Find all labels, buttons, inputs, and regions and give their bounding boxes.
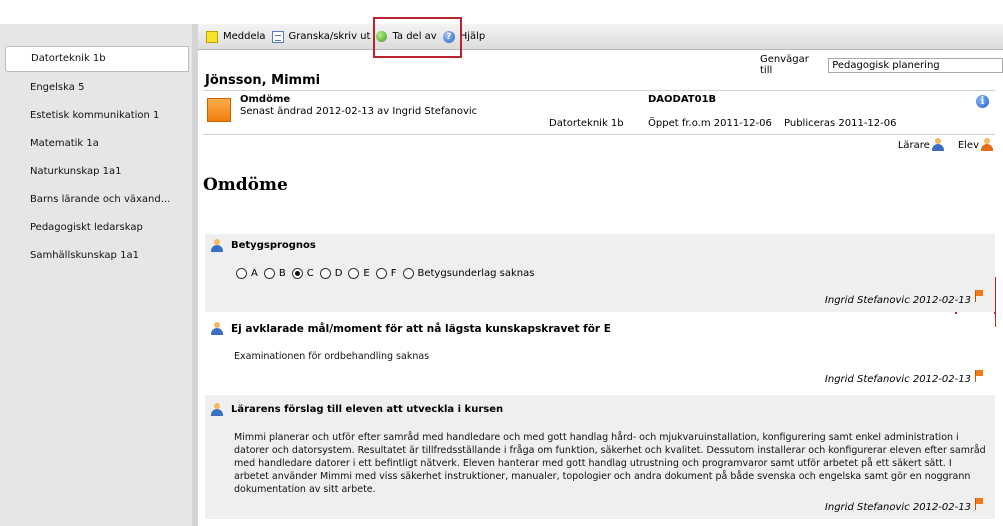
student-view-link[interactable]: Elev [958,138,993,151]
section-heading: Lärarens förslag till eleven att utveckl… [231,404,504,415]
sidebar-item-matematik[interactable]: Matematik 1a [0,130,192,158]
sidebar-item-datorteknik[interactable]: Datorteknik 1b [5,46,189,72]
grade-option-b[interactable]: B [263,268,286,279]
grade-label: F [390,268,397,279]
publish-date: Publiceras 2011-12-06 [784,118,897,129]
grade-label: Betygsunderlag saknas [417,268,535,279]
sidebar-item-pedagogiskt[interactable]: Pedagogiskt ledarskap [0,214,192,242]
highlight-box-ta-del-av [373,17,462,58]
section-ej-avklarade: Ej avklarade mål/moment för att nå lägst… [205,314,995,392]
info-title: Omdöme [240,94,291,105]
section-heading-row: Betygsprognos [205,239,995,252]
shortcut-label: Genvägar till [760,54,809,76]
course-code: DAODAT01B [648,94,717,105]
student-icon [981,138,993,151]
print-preview-icon [271,30,284,43]
granska-label: Granska/skriv ut [288,31,371,42]
grade-radio-group: A B C D E F Betygsunderlag saknas [236,268,540,279]
sidebar-item-barns-larande[interactable]: Barns lärande och växand... [0,186,192,214]
sidebar-item-engelska[interactable]: Engelska 5 [0,74,192,102]
grade-option-e[interactable]: E [348,268,370,279]
course-name: Datorteknik 1b [549,118,624,129]
info-header: Omdöme Senast ändrad 2012-02-13 av Ingri… [203,90,995,135]
radio-button[interactable] [375,268,387,279]
sidebar-item-estetisk[interactable]: Estetisk kommunikation 1 [0,102,192,130]
flag-icon[interactable] [975,370,985,382]
sidebar-item-naturkunskap[interactable]: Naturkunskap 1a1 [0,158,192,186]
student-label: Elev [957,140,979,151]
grade-label: D [334,268,343,279]
open-date: Öppet fr.o.m 2011-12-06 [648,118,772,129]
toolbar: Meddela Granska/skriv ut Ta del av ? Hjä… [198,24,1003,50]
info-icon[interactable]: i [976,95,989,108]
sidebar: Datorteknik 1b Engelska 5 Estetisk kommu… [0,24,192,526]
shortcut-select[interactable]: Pedagogisk planering [828,57,1003,73]
radio-button[interactable] [402,268,414,279]
grade-option-f[interactable]: F [375,268,397,279]
teacher-icon [931,138,944,151]
teacher-view-link[interactable]: Lärare [898,138,944,151]
meddela-label: Meddela [223,31,266,42]
teacher-icon [211,322,223,335]
grade-label: C [306,268,314,279]
document-icon [207,98,231,122]
grade-label: A [251,268,258,279]
role-links: Lärare Elev [884,138,993,151]
shortcut-area: Genvägar till Pedagogisk planering [760,54,1003,76]
section-footer: Ingrid Stefanovic 2012-02-13 [824,374,971,385]
student-name: Jönsson, Mimmi [205,73,321,88]
radio-button[interactable] [263,268,275,279]
help-label: Hjälp [459,31,486,42]
page-title: Omdöme [203,175,288,195]
radio-button[interactable] [319,268,331,279]
section-heading-row: Lärarens förslag till eleven att utveckl… [205,403,995,416]
grade-label: E [363,268,370,279]
sidebar-divider [192,24,198,526]
section-heading: Betygsprognos [231,240,316,251]
info-changed: Senast ändrad 2012-02-13 av Ingrid Stefa… [240,106,478,117]
teacher-label: Lärare [897,140,930,151]
grade-option-c[interactable]: C [291,268,314,279]
section-betygsprognos: Betygsprognos A B C D E F Betygsunderlag… [205,234,995,312]
meddela-button[interactable]: Meddela [206,30,266,43]
radio-button[interactable] [348,268,360,279]
section-body: Mimmi planerar och utför efter samråd me… [234,432,986,495]
granska-button[interactable]: Granska/skriv ut [271,30,371,43]
section-footer: Ingrid Stefanovic 2012-02-13 [824,295,971,306]
grade-option-a[interactable]: A [236,268,258,279]
teacher-icon [211,403,223,416]
flag-icon[interactable] [975,290,985,302]
teacher-icon [211,239,223,252]
grade-option-d[interactable]: D [319,268,343,279]
grade-option-saknas[interactable]: Betygsunderlag saknas [402,268,535,279]
section-heading-row: Ej avklarade mål/moment för att nå lägst… [205,322,995,335]
section-lararens-forslag: Lärarens förslag till eleven att utveckl… [205,395,995,519]
radio-button-selected[interactable] [291,268,303,279]
grade-label: B [278,268,286,279]
section-body: Examinationen för ordbehandling saknas [234,351,430,362]
radio-button[interactable] [236,268,247,279]
section-heading: Ej avklarade mål/moment för att nå lägst… [231,322,611,335]
flag-icon[interactable] [975,498,985,510]
sidebar-item-samhallskunskap[interactable]: Samhällskunskap 1a1 [0,242,192,270]
note-icon [206,30,218,43]
section-footer: Ingrid Stefanovic 2012-02-13 [824,502,971,513]
